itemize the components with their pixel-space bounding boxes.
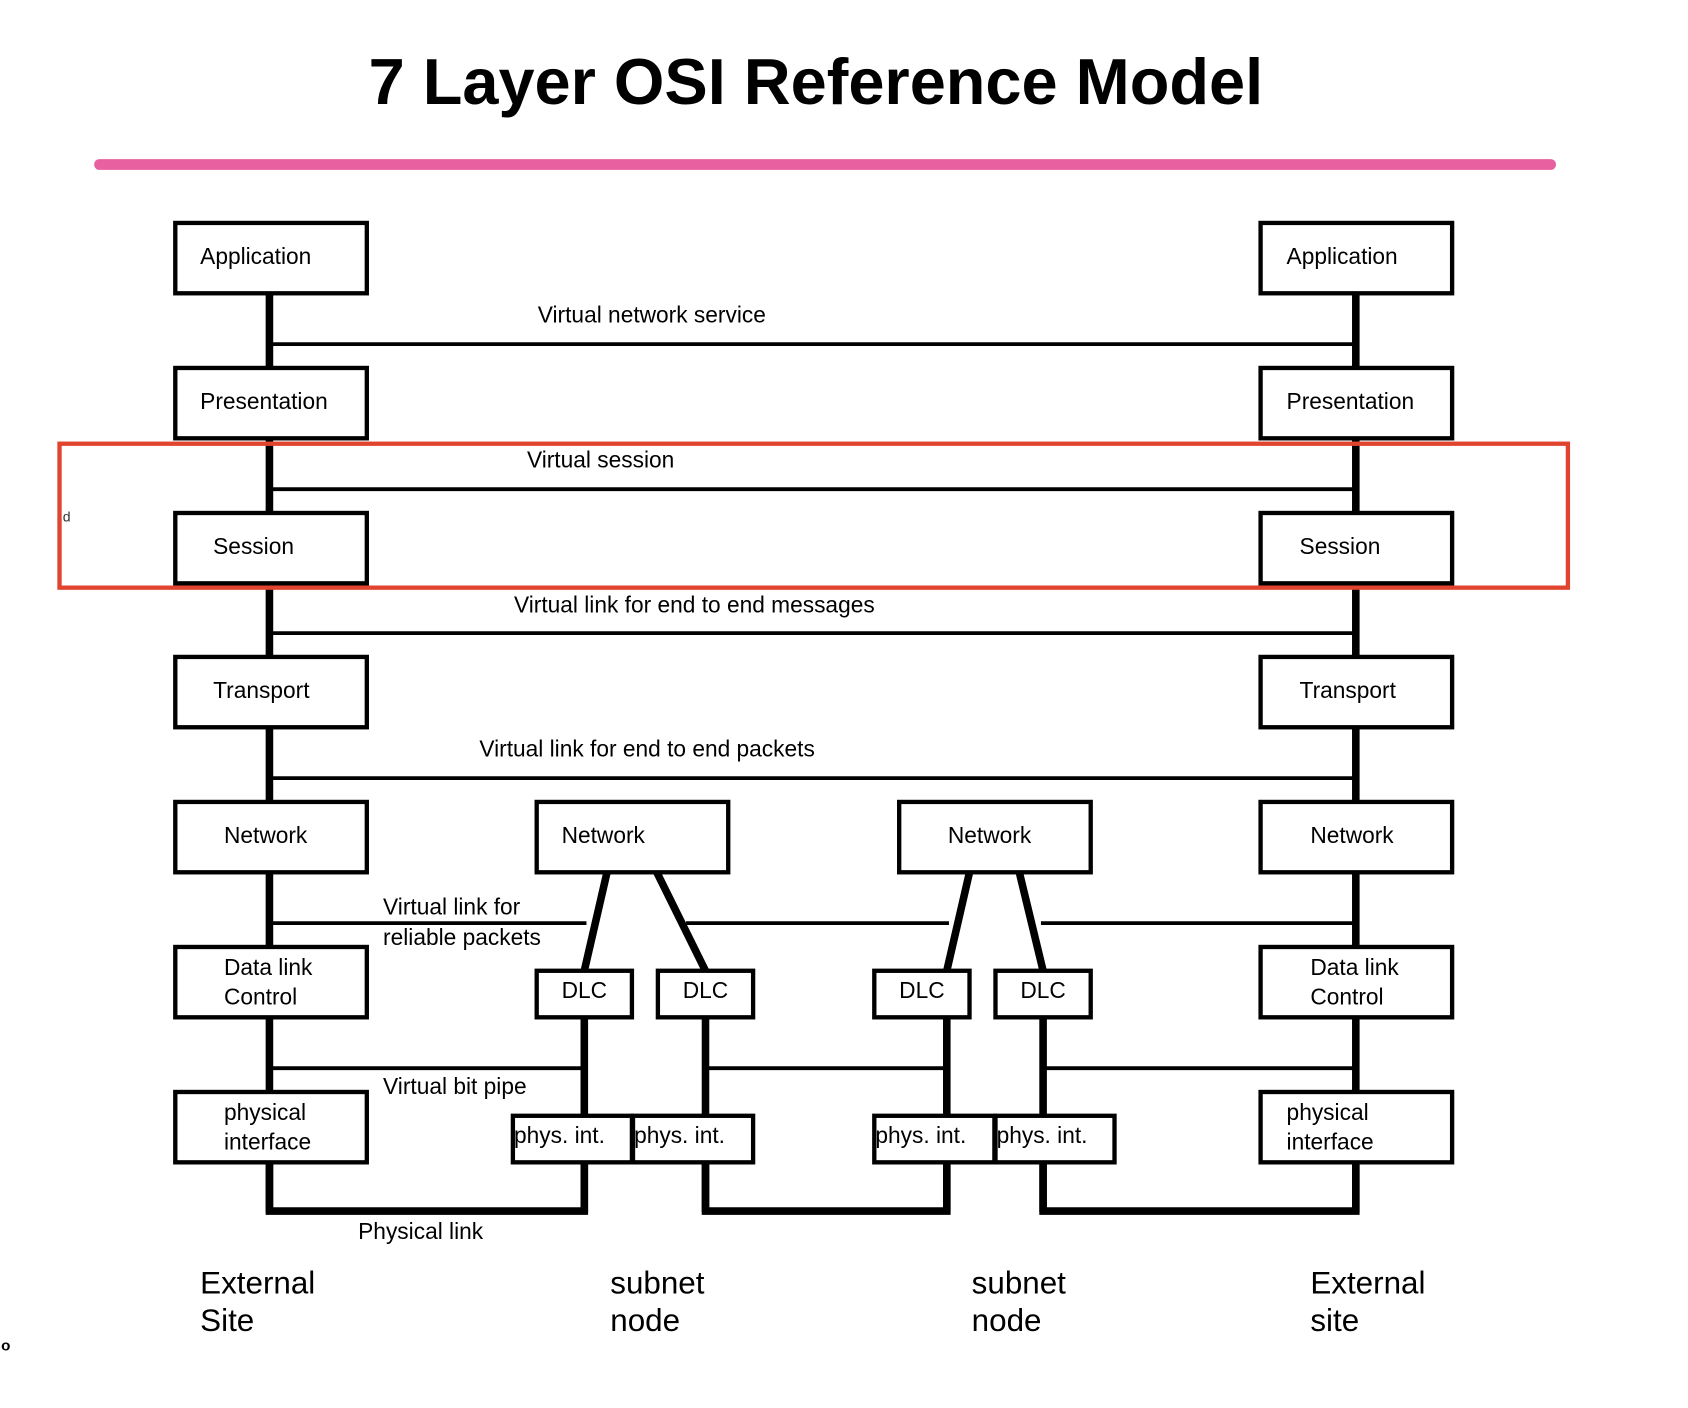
layer-label-line-1: physical bbox=[224, 1099, 306, 1125]
site-label-line-2: node bbox=[610, 1303, 680, 1338]
layer-label: Session bbox=[1300, 533, 1381, 559]
site-label-line-1: subnet bbox=[610, 1265, 704, 1300]
stray-mark-o: o bbox=[1, 1338, 10, 1355]
physical-link-1 bbox=[265, 1163, 589, 1215]
layer-label: Network bbox=[224, 822, 308, 848]
left-presentation-layer[interactable]: Presentation bbox=[173, 365, 369, 441]
subnet2-phys-a[interactable]: phys. int. bbox=[872, 1113, 997, 1165]
subnet2-dlc-a[interactable]: DLC bbox=[872, 968, 972, 1020]
left-network-layer[interactable]: Network bbox=[173, 799, 369, 875]
subnet2-dlc-b[interactable]: DLC bbox=[993, 968, 1093, 1020]
subnet2-net-to-dlc-b bbox=[1015, 871, 1047, 972]
layer-label-line-1: Data link bbox=[224, 954, 313, 980]
layer-label-line-2: Control bbox=[1310, 983, 1383, 1009]
site-label-line-1: External bbox=[1310, 1265, 1425, 1300]
dlc-label: DLC bbox=[899, 977, 944, 1003]
left-application-layer[interactable]: Application bbox=[173, 220, 369, 296]
physical-link-2 bbox=[701, 1163, 951, 1215]
phys-label: phys. int. bbox=[997, 1122, 1088, 1148]
layer-label: Transport bbox=[1300, 677, 1397, 703]
site-label-line-1: subnet bbox=[972, 1265, 1066, 1300]
subnet2-net-to-dlc-a bbox=[943, 871, 974, 972]
site-label-line-2: Site bbox=[200, 1303, 254, 1338]
label-virtual-session: Virtual session bbox=[527, 447, 674, 473]
site-label-line-1: External bbox=[200, 1265, 315, 1300]
layer-label-line-1: physical bbox=[1287, 1099, 1369, 1125]
layer-label: Presentation bbox=[200, 388, 328, 414]
physical-link-3 bbox=[1039, 1163, 1360, 1215]
phys-label: phys. int. bbox=[875, 1122, 966, 1148]
subnet1-dlc-b[interactable]: DLC bbox=[655, 968, 756, 1020]
layer-label: Network bbox=[562, 822, 646, 848]
label-physical-link: Physical link bbox=[358, 1218, 484, 1244]
layer-label-line-2: interface bbox=[1287, 1128, 1374, 1154]
site-label-line-2: site bbox=[1310, 1303, 1359, 1338]
left-session-layer[interactable]: Session bbox=[173, 510, 369, 586]
layer-label: Application bbox=[200, 243, 311, 269]
right-transport-layer[interactable]: Transport bbox=[1258, 654, 1455, 730]
label-reliable-packets-line-1: Virtual link for bbox=[383, 893, 521, 919]
left-transport-layer[interactable]: Transport bbox=[173, 654, 369, 730]
subnet-node-2: Network DLC DLC phys. int. phys. int. bbox=[872, 799, 1117, 1165]
page-title: 7 Layer OSI Reference Model bbox=[369, 45, 1264, 118]
layer-label-line-1: Data link bbox=[1310, 954, 1399, 980]
stray-mark-d: d bbox=[63, 509, 71, 525]
subnet2-network-layer[interactable]: Network bbox=[897, 799, 1093, 875]
right-physical-layer[interactable]: physical interface bbox=[1258, 1089, 1455, 1165]
subnet1-phys-a[interactable]: phys. int. bbox=[510, 1113, 635, 1165]
subnet-node-1: Network DLC DLC phys. int. phys. int. bbox=[510, 799, 756, 1165]
site-labels: External Site subnet node subnet node Ex… bbox=[200, 1265, 1425, 1338]
layer-label: Network bbox=[948, 822, 1032, 848]
subnet1-phys-b[interactable]: phys. int. bbox=[630, 1113, 756, 1165]
layer-label: Transport bbox=[213, 677, 310, 703]
left-physical-layer[interactable]: physical interface bbox=[173, 1089, 369, 1165]
layer-label: Application bbox=[1287, 243, 1398, 269]
label-virtual-network-service: Virtual network service bbox=[538, 302, 766, 328]
right-presentation-layer[interactable]: Presentation bbox=[1258, 365, 1455, 441]
label-bit-pipe: Virtual bit pipe bbox=[383, 1073, 527, 1099]
phys-label: phys. int. bbox=[514, 1122, 605, 1148]
right-application-layer[interactable]: Application bbox=[1258, 220, 1455, 296]
osi-diagram: 7 Layer OSI Reference Model Application … bbox=[1, 45, 1571, 1355]
subnet1-network-layer[interactable]: Network bbox=[534, 799, 731, 875]
dlc-label: DLC bbox=[562, 977, 607, 1003]
right-datalink-layer[interactable]: Data link Control bbox=[1258, 944, 1455, 1020]
subnet1-net-to-dlc-a bbox=[580, 871, 611, 972]
left-datalink-layer[interactable]: Data link Control bbox=[173, 944, 369, 1020]
label-virtual-packets: Virtual link for end to end packets bbox=[479, 735, 814, 761]
site-label-line-2: node bbox=[972, 1303, 1042, 1338]
dlc-label: DLC bbox=[1020, 977, 1065, 1003]
subnet1-dlc-a[interactable]: DLC bbox=[534, 968, 635, 1020]
right-session-layer[interactable]: Session bbox=[1258, 510, 1455, 586]
label-reliable-packets-line-2: reliable packets bbox=[383, 924, 541, 950]
right-network-layer[interactable]: Network bbox=[1258, 799, 1455, 875]
label-virtual-messages: Virtual link for end to end messages bbox=[514, 592, 875, 618]
dlc-label: DLC bbox=[683, 977, 728, 1003]
layer-label: Presentation bbox=[1287, 388, 1415, 414]
phys-label: phys. int. bbox=[634, 1122, 725, 1148]
layer-label-line-2: interface bbox=[224, 1128, 311, 1154]
layer-label: Session bbox=[213, 533, 294, 559]
layer-label: Network bbox=[1310, 822, 1394, 848]
subnet2-phys-b[interactable]: phys. int. bbox=[993, 1113, 1117, 1165]
layer-label-line-2: Control bbox=[224, 983, 297, 1009]
